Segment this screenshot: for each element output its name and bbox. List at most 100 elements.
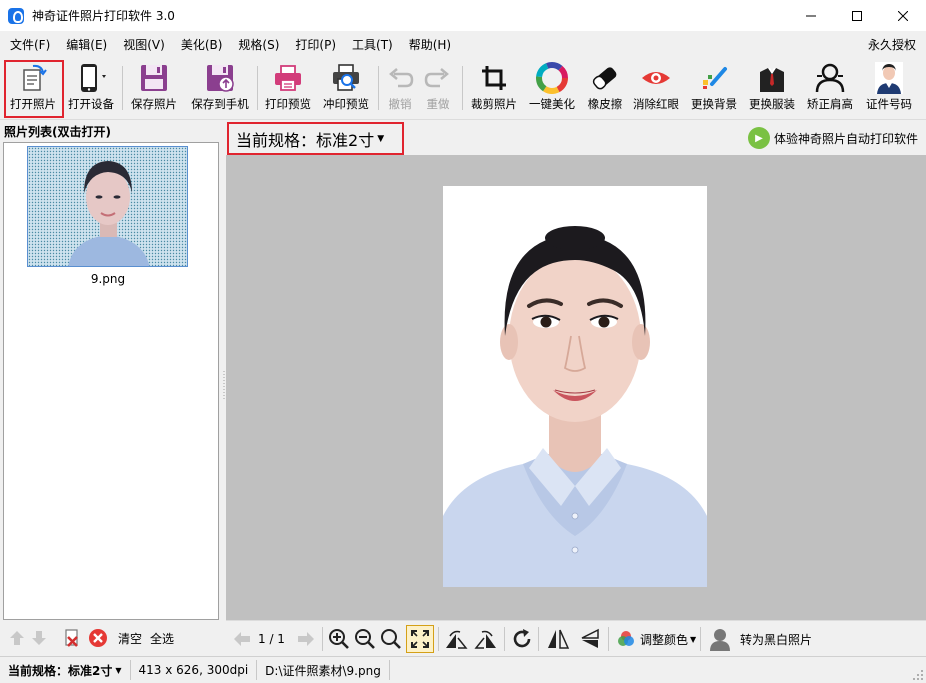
zoom-out-button[interactable] — [354, 627, 376, 651]
chevron-down-icon: ▼ — [690, 634, 697, 644]
save-to-phone-button[interactable]: 保存到手机 — [186, 60, 254, 116]
image-tools-bar: 1 / 1 调整颜色 ▼ 转为黑白照片 — [226, 620, 926, 656]
photo-list-panel: 照片列表(双击打开) 9.png 清空 全选 — [0, 121, 222, 656]
toolbar: 打开照片 打开设备 保存照片 保存到手机 打印预览 冲印预览 撤销 重做 裁剪照… — [0, 58, 926, 120]
promo-icon: ▶ — [747, 127, 770, 149]
tools-separator — [700, 627, 701, 651]
remove-red-eye-button[interactable]: 消除红眼 — [630, 60, 682, 116]
menu-print[interactable]: 打印(P) — [287, 32, 344, 58]
rotate-button[interactable] — [511, 627, 533, 651]
tools-separator — [504, 627, 505, 651]
fit-window-icon — [411, 630, 429, 648]
fit-window-button[interactable] — [406, 625, 434, 653]
prev-page-button[interactable] — [232, 627, 252, 651]
rotate-right-icon — [474, 630, 496, 649]
open-device-button[interactable]: 打开设备 — [64, 60, 118, 116]
menu-spec[interactable]: 规格(S) — [230, 32, 287, 58]
tools-separator — [438, 627, 439, 651]
tools-separator — [322, 627, 323, 651]
rotate-right-button[interactable] — [474, 627, 498, 651]
rotate-left-button[interactable] — [444, 627, 468, 651]
actual-size-button[interactable] — [380, 627, 402, 651]
arrow-left-icon — [234, 632, 250, 646]
crop-icon — [482, 66, 506, 90]
zoom-in-icon — [329, 629, 349, 649]
menu-file[interactable]: 文件(F) — [0, 32, 58, 58]
promo-link[interactable]: ▶ 体验神奇照片自动打印软件 — [747, 127, 918, 149]
eraser-button[interactable]: 橡皮擦 — [582, 60, 628, 116]
minimize-button[interactable] — [788, 0, 834, 32]
change-background-button[interactable]: 更换背景 — [686, 60, 742, 116]
flip-vertical-button[interactable] — [578, 627, 600, 651]
clear-button[interactable]: 清空 — [118, 630, 142, 647]
one-click-beautify-button[interactable]: 一键美化 — [524, 60, 580, 116]
redo-label: 重做 — [426, 97, 450, 111]
license-link[interactable]: 永久授权 — [868, 32, 916, 58]
remove-circle-icon — [89, 629, 107, 647]
status-file-path: D:\证件照素材\9.png — [257, 660, 390, 680]
crop-photo-label: 裁剪照片 — [471, 97, 517, 111]
zoom-in-button[interactable] — [328, 627, 350, 651]
phone-icon — [81, 64, 106, 92]
save-to-phone-icon — [207, 65, 234, 92]
remove-button[interactable] — [88, 628, 108, 648]
save-photo-button[interactable]: 保存照片 — [126, 60, 182, 116]
change-background-label: 更换背景 — [691, 97, 737, 111]
undo-button[interactable]: 撤销 — [382, 60, 418, 116]
rotate-left-icon — [446, 630, 468, 649]
status-spec-label: 当前规格： — [8, 663, 69, 678]
crop-photo-button[interactable]: 裁剪照片 — [466, 60, 522, 116]
window-title: 神奇证件照片打印软件 3.0 — [32, 9, 175, 23]
tools-separator — [608, 627, 609, 651]
delete-file-icon — [65, 629, 78, 647]
zoom-out-icon — [355, 629, 375, 649]
convert-bw-button[interactable]: 转为黑白照片 — [708, 627, 812, 651]
portrait-photo-image — [443, 186, 707, 587]
menu-beautify[interactable]: 美化(B) — [173, 32, 231, 58]
toolbar-separator — [257, 66, 258, 110]
photo-list[interactable]: 9.png — [3, 142, 219, 620]
toolbar-separator — [462, 66, 463, 110]
remove-red-eye-label: 消除红眼 — [633, 97, 679, 111]
select-all-button[interactable]: 全选 — [150, 630, 174, 647]
maximize-button[interactable] — [834, 0, 880, 32]
flip-horizontal-icon — [548, 629, 570, 649]
delete-file-button[interactable] — [62, 628, 82, 648]
photo-canvas[interactable] — [226, 155, 926, 620]
print-preview-button[interactable]: 打印预览 — [261, 60, 315, 116]
refresh-icon — [513, 629, 531, 648]
develop-preview-button[interactable]: 冲印预览 — [318, 60, 374, 116]
photo-print-search-icon — [333, 64, 359, 91]
person-icon — [710, 629, 730, 651]
adjust-color-button[interactable]: 调整颜色 ▼ — [616, 627, 696, 651]
id-photo[interactable] — [443, 186, 707, 587]
flip-vertical-icon — [581, 628, 599, 648]
resize-grip-icon[interactable] — [912, 669, 924, 681]
photo-list-header: 照片列表(双击打开) — [4, 125, 111, 139]
undo-icon — [389, 68, 414, 88]
change-clothes-button[interactable]: 更换服装 — [744, 60, 800, 116]
id-number-button[interactable]: 证件号码 — [860, 60, 918, 116]
menu-view[interactable]: 视图(V) — [115, 32, 173, 58]
correct-shoulders-button[interactable]: 矫正肩高 — [802, 60, 858, 116]
portrait-thumbnail-image — [28, 147, 187, 266]
close-button[interactable] — [880, 0, 926, 32]
adjust-color-label: 调整颜色 — [640, 632, 689, 647]
status-spec[interactable]: 当前规格： 标准2寸 ▼ — [0, 660, 131, 680]
rgb-circles-icon — [618, 631, 634, 646]
color-wheel-icon — [536, 62, 568, 94]
move-up-button[interactable] — [8, 629, 26, 647]
menu-help[interactable]: 帮助(H) — [401, 32, 459, 58]
status-spec-value: 标准2寸 — [68, 663, 113, 678]
menu-tools[interactable]: 工具(T) — [344, 32, 401, 58]
id-portrait-icon — [875, 62, 903, 94]
next-page-button[interactable] — [296, 627, 316, 651]
flip-horizontal-button[interactable] — [546, 627, 570, 651]
maximize-icon — [852, 11, 862, 21]
redo-button[interactable]: 重做 — [420, 60, 456, 116]
correct-shoulders-label: 矫正肩高 — [807, 97, 853, 111]
photo-thumbnail[interactable] — [27, 146, 188, 267]
menu-edit[interactable]: 编辑(E) — [58, 32, 115, 58]
move-down-button[interactable] — [30, 629, 48, 647]
undo-label: 撤销 — [388, 97, 412, 111]
